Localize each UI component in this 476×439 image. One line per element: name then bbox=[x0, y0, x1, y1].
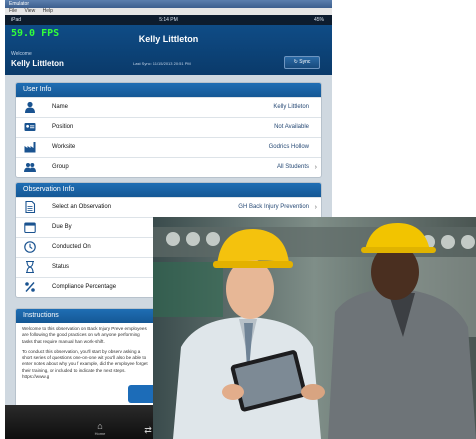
page-title: Kelly Littleton bbox=[138, 34, 199, 44]
factory-icon bbox=[24, 142, 36, 153]
menu-help[interactable]: Help bbox=[43, 8, 53, 14]
instructions-heading: Instructions bbox=[16, 309, 156, 323]
sync-button[interactable]: ↻ Sync bbox=[284, 56, 320, 69]
select-observation-value: GH Back Injury Prevention bbox=[238, 204, 309, 210]
sync-icon: ↻ bbox=[293, 59, 298, 65]
group-icon bbox=[24, 163, 36, 172]
observation-row-select[interactable]: Select an Observation GH Back Injury Pre… bbox=[16, 197, 321, 217]
name-label: Name bbox=[52, 104, 69, 110]
menu-file[interactable]: File bbox=[9, 8, 17, 14]
conducted-on-label: Conducted On bbox=[52, 244, 91, 250]
document-icon bbox=[25, 201, 36, 213]
app-header: 59.0 FPS Kelly Littleton Welcome Kelly L… bbox=[5, 25, 332, 75]
instructions-paragraph: To conduct this observation, you'll star… bbox=[22, 348, 148, 380]
select-observation-label: Select an Observation bbox=[52, 204, 112, 210]
name-value: Kelly Littleton bbox=[273, 104, 309, 110]
due-by-label: Due By bbox=[52, 224, 72, 230]
clock-icon bbox=[24, 241, 36, 253]
welcome-label: Welcome bbox=[11, 51, 32, 57]
chevron-right-icon: › bbox=[314, 164, 317, 171]
user-info-row-group[interactable]: Group All Students › bbox=[16, 157, 321, 177]
user-info-heading: User Info bbox=[16, 83, 321, 97]
hourglass-icon bbox=[26, 261, 34, 273]
compliance-percentage-label: Compliance Percentage bbox=[52, 284, 117, 290]
worksite-label: Worksite bbox=[52, 144, 76, 150]
status-label: Status bbox=[52, 264, 70, 270]
percent-icon bbox=[25, 282, 35, 292]
status-bar: iPad 5:14 PM 45% bbox=[5, 15, 332, 25]
chevron-right-icon: › bbox=[314, 204, 317, 211]
id-card-icon bbox=[24, 123, 36, 131]
sync-label: Sync bbox=[299, 59, 311, 65]
emulator-title: Emulator bbox=[9, 1, 30, 7]
status-time: 5:14 PM bbox=[159, 17, 178, 23]
user-info-row-name: Name Kelly Littleton bbox=[16, 97, 321, 117]
instructions-paragraph: Welcome to this observation on Back Inju… bbox=[22, 326, 147, 344]
worksite-value: Godrics Hollow bbox=[268, 144, 309, 150]
menu-view[interactable]: View bbox=[24, 8, 35, 14]
user-name: Kelly Littleton bbox=[11, 59, 64, 68]
position-value: Not Available bbox=[274, 124, 309, 130]
position-label: Position bbox=[52, 124, 74, 130]
observation-info-heading: Observation Info bbox=[16, 183, 321, 197]
person-icon bbox=[25, 101, 35, 113]
emulator-title-bar: Emulator bbox=[5, 0, 332, 8]
user-info-row-worksite: Worksite Godrics Hollow bbox=[16, 137, 321, 157]
calendar-icon bbox=[24, 222, 36, 233]
user-info-row-position: Position Not Available bbox=[16, 117, 321, 137]
last-sync-label: Last Sync: 11/15/2013 20:51 PM bbox=[133, 61, 191, 66]
home-icon: ⌂ bbox=[97, 421, 103, 431]
group-value: All Students bbox=[276, 164, 309, 170]
emulator-menu-bar: File View Help bbox=[5, 8, 332, 15]
user-info-section: User Info Name Kelly Littleton Position … bbox=[15, 82, 322, 178]
tab-home-label: Home bbox=[94, 431, 106, 436]
instructions-body: Welcome to this observation on Back Inju… bbox=[16, 323, 156, 387]
tab-home[interactable]: ⌂ Home bbox=[85, 421, 115, 436]
workers-photo bbox=[153, 217, 476, 439]
battery-level: 45% bbox=[313, 17, 324, 23]
group-label: Group bbox=[52, 164, 69, 170]
workers-illustration bbox=[153, 217, 476, 439]
